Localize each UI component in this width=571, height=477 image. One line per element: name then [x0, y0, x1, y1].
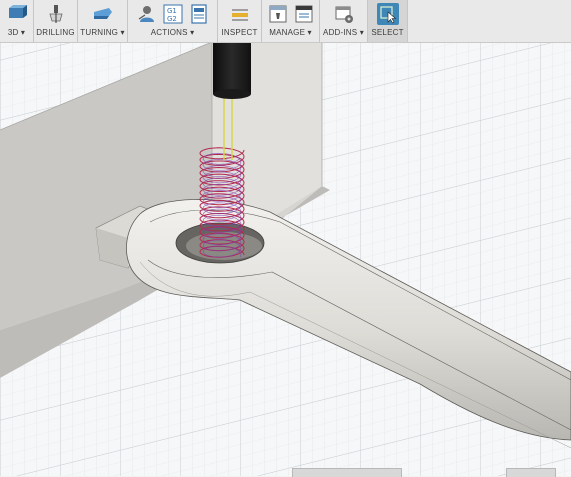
cam-viewport[interactable]	[0, 0, 571, 476]
group-3d[interactable]: 3D ▾	[0, 0, 34, 42]
group-actions[interactable]: G1 G2 ACTIONS ▾	[128, 0, 218, 42]
scripts-icon[interactable]	[333, 3, 355, 25]
drill-icon[interactable]	[45, 3, 67, 25]
gcode-line-2: G2	[167, 15, 177, 23]
solid-3d-icon[interactable]	[6, 3, 28, 25]
group-inspect[interactable]: INSPECT	[218, 0, 262, 42]
turning-icon[interactable]	[92, 3, 114, 25]
group-drilling-label: DRILLING	[36, 28, 75, 37]
tool-library-icon[interactable]	[267, 3, 289, 25]
group-drilling[interactable]: DRILLING	[34, 0, 78, 42]
setup-sheet-icon[interactable]	[188, 3, 210, 25]
group-manage[interactable]: MANAGE ▾	[262, 0, 320, 42]
group-select-label: SELECT	[371, 28, 404, 37]
cutting-tool[interactable]	[213, 42, 251, 99]
group-addins-label: ADD-INS ▾	[323, 28, 364, 37]
group-inspect-label: INSPECT	[221, 28, 258, 37]
gcode-line-1: G1	[167, 7, 177, 15]
group-actions-label: ACTIONS ▾	[150, 28, 195, 37]
group-select[interactable]: SELECT	[368, 0, 408, 42]
group-3d-label: 3D ▾	[7, 28, 26, 37]
group-turning-label: TURNING ▾	[80, 28, 125, 37]
group-manage-label: MANAGE ▾	[269, 28, 312, 37]
toolbar: 3D ▾ DRILLING TURNING ▾ G1G2 ACTIONS ▾	[0, 0, 571, 43]
measure-icon[interactable]	[229, 3, 251, 25]
group-addins[interactable]: ADD-INS ▾	[320, 0, 368, 42]
group-turning[interactable]: TURNING ▾	[78, 0, 128, 42]
simulate-icon[interactable]	[136, 3, 158, 25]
gcode-icon[interactable]: G1 G2	[162, 3, 184, 25]
select-cursor-icon[interactable]	[376, 3, 399, 25]
post-library-icon[interactable]	[293, 3, 315, 25]
